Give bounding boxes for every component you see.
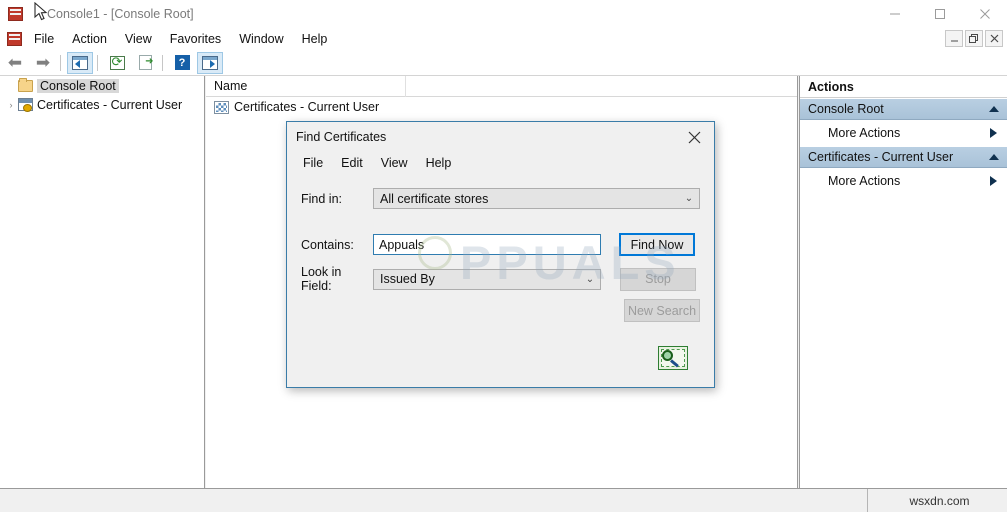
actions-item-label: More Actions: [828, 174, 901, 188]
actions-group-label: Console Root: [808, 102, 884, 116]
actions-item-more-actions-console-root[interactable]: More Actions: [800, 120, 1007, 146]
show-hide-action-pane-icon[interactable]: [197, 51, 223, 74]
mmc-console-window: Console1 - [Console Root] File Action Vi…: [0, 0, 1007, 512]
tree-item-label: Certificates - Current User: [37, 97, 183, 112]
menu-help[interactable]: Help: [294, 30, 336, 48]
look-in-field-label: Look in Field:: [301, 265, 342, 293]
refresh-icon[interactable]: [104, 52, 130, 74]
find-in-select[interactable]: All certificate stores ⌄: [373, 188, 700, 209]
actions-item-more-actions-certificates[interactable]: More Actions: [800, 168, 1007, 194]
actions-pane-title: Actions: [800, 76, 1007, 98]
dialog-title: Find Certificates: [296, 130, 387, 144]
actions-group-console-root[interactable]: Console Root: [800, 98, 1007, 120]
dialog-icon-area: [301, 322, 700, 382]
find-in-label: Find in:: [301, 191, 342, 206]
tree-item-certificates-current-user[interactable]: › Certificates - Current User: [0, 95, 204, 114]
window-title: Console1 - [Console Root]: [47, 7, 194, 21]
console-tree-pane: Console Root › Certificates - Current Us…: [0, 76, 205, 488]
export-list-icon[interactable]: [132, 52, 158, 74]
new-search-row: New Search: [301, 299, 700, 322]
show-hide-console-tree-icon[interactable]: [67, 51, 93, 74]
window-titlebar: Console1 - [Console Root]: [0, 0, 1007, 28]
mmc-console-icon-small: [5, 30, 25, 48]
mdi-child-controls: [945, 30, 1003, 47]
mdi-close-button[interactable]: [985, 30, 1003, 47]
menu-window[interactable]: Window: [231, 30, 291, 48]
mouse-cursor-icon: [34, 2, 48, 21]
status-bar: wsxdn.com: [0, 488, 1007, 512]
look-in-field-row: Look in Field: Issued By ⌄ Stop: [301, 265, 700, 293]
dialog-menu-file[interactable]: File: [295, 154, 331, 172]
toolbar-separator: [162, 54, 163, 71]
dialog-menu-help[interactable]: Help: [418, 154, 460, 172]
menu-favorites[interactable]: Favorites: [162, 30, 229, 48]
tree-item-label: Console Root: [37, 78, 119, 93]
contains-label: Contains:: [301, 237, 354, 252]
actions-group-certificates-current-user[interactable]: Certificates - Current User: [800, 146, 1007, 168]
find-in-value: All certificate stores: [380, 191, 489, 206]
dialog-menu-view[interactable]: View: [373, 154, 416, 172]
find-now-button[interactable]: Find Now: [619, 233, 695, 256]
dialog-titlebar: Find Certificates: [287, 122, 714, 152]
list-item[interactable]: Certificates - Current User: [206, 97, 797, 117]
certificate-icon: [214, 100, 229, 114]
folder-icon: [18, 77, 33, 92]
find-now-label: Find Now: [630, 237, 684, 252]
chevron-up-icon[interactable]: [989, 154, 999, 160]
dialog-menu-bar: File Edit View Help: [287, 152, 714, 174]
stop-button[interactable]: Stop: [620, 267, 696, 291]
new-search-button[interactable]: New Search: [624, 299, 700, 322]
new-search-label: New Search: [627, 303, 697, 318]
help-icon[interactable]: ?: [169, 52, 195, 74]
actions-group-label: Certificates - Current User: [808, 150, 954, 164]
status-watermark-text: wsxdn.com: [867, 488, 1007, 512]
mdi-restore-button[interactable]: [965, 30, 983, 47]
actions-pane: Actions Console Root More Actions Certif…: [799, 76, 1007, 488]
stop-label: Stop: [645, 272, 671, 286]
chevron-right-icon[interactable]: [990, 176, 997, 186]
toolbar: ⬅ ➡ ?: [0, 50, 1007, 76]
dialog-body: Find in: All certificate stores ⌄ Contai…: [287, 188, 714, 382]
toolbar-separator: [60, 54, 61, 71]
menu-view[interactable]: View: [117, 30, 160, 48]
certificate-store-icon: [18, 98, 33, 112]
look-in-field-select[interactable]: Issued By ⌄: [373, 268, 601, 290]
list-header: Name: [206, 75, 797, 97]
chevron-down-icon[interactable]: ⌄: [679, 193, 699, 204]
forward-icon[interactable]: ➡: [30, 52, 56, 74]
chevron-up-icon[interactable]: [989, 106, 999, 112]
menu-bar: File Action View Favorites Window Help: [0, 28, 1007, 50]
mdi-minimize-button[interactable]: [945, 30, 963, 47]
chevron-down-icon[interactable]: ⌄: [580, 274, 600, 285]
close-icon[interactable]: [674, 123, 714, 151]
minimize-button[interactable]: [872, 0, 917, 28]
tree-item-console-root[interactable]: Console Root: [0, 76, 204, 95]
chevron-right-icon[interactable]: [990, 128, 997, 138]
dialog-menu-edit[interactable]: Edit: [333, 154, 371, 172]
maximize-button[interactable]: [917, 0, 962, 28]
actions-item-label: More Actions: [828, 126, 901, 140]
chevron-right-icon[interactable]: ›: [4, 100, 18, 110]
window-controls: [872, 0, 1007, 28]
find-certificates-dialog: Find Certificates File Edit View Help Fi…: [286, 121, 715, 388]
close-button[interactable]: [962, 0, 1007, 28]
find-certificate-icon: [658, 346, 688, 370]
menu-action[interactable]: Action: [64, 30, 115, 48]
menu-file[interactable]: File: [26, 30, 62, 48]
back-icon[interactable]: ⬅: [2, 52, 28, 74]
toolbar-separator: [97, 54, 98, 71]
column-header-name[interactable]: Name: [206, 75, 406, 97]
mmc-console-icon: [5, 3, 27, 25]
look-in-field-value: Issued By: [380, 272, 435, 286]
find-in-row: Find in: All certificate stores ⌄: [301, 188, 700, 209]
contains-row: Contains: Appuals Find Now: [301, 233, 700, 256]
contains-input[interactable]: Appuals: [373, 234, 601, 255]
contains-input-value: Appuals: [379, 237, 425, 252]
list-item-label: Certificates - Current User: [234, 100, 380, 114]
